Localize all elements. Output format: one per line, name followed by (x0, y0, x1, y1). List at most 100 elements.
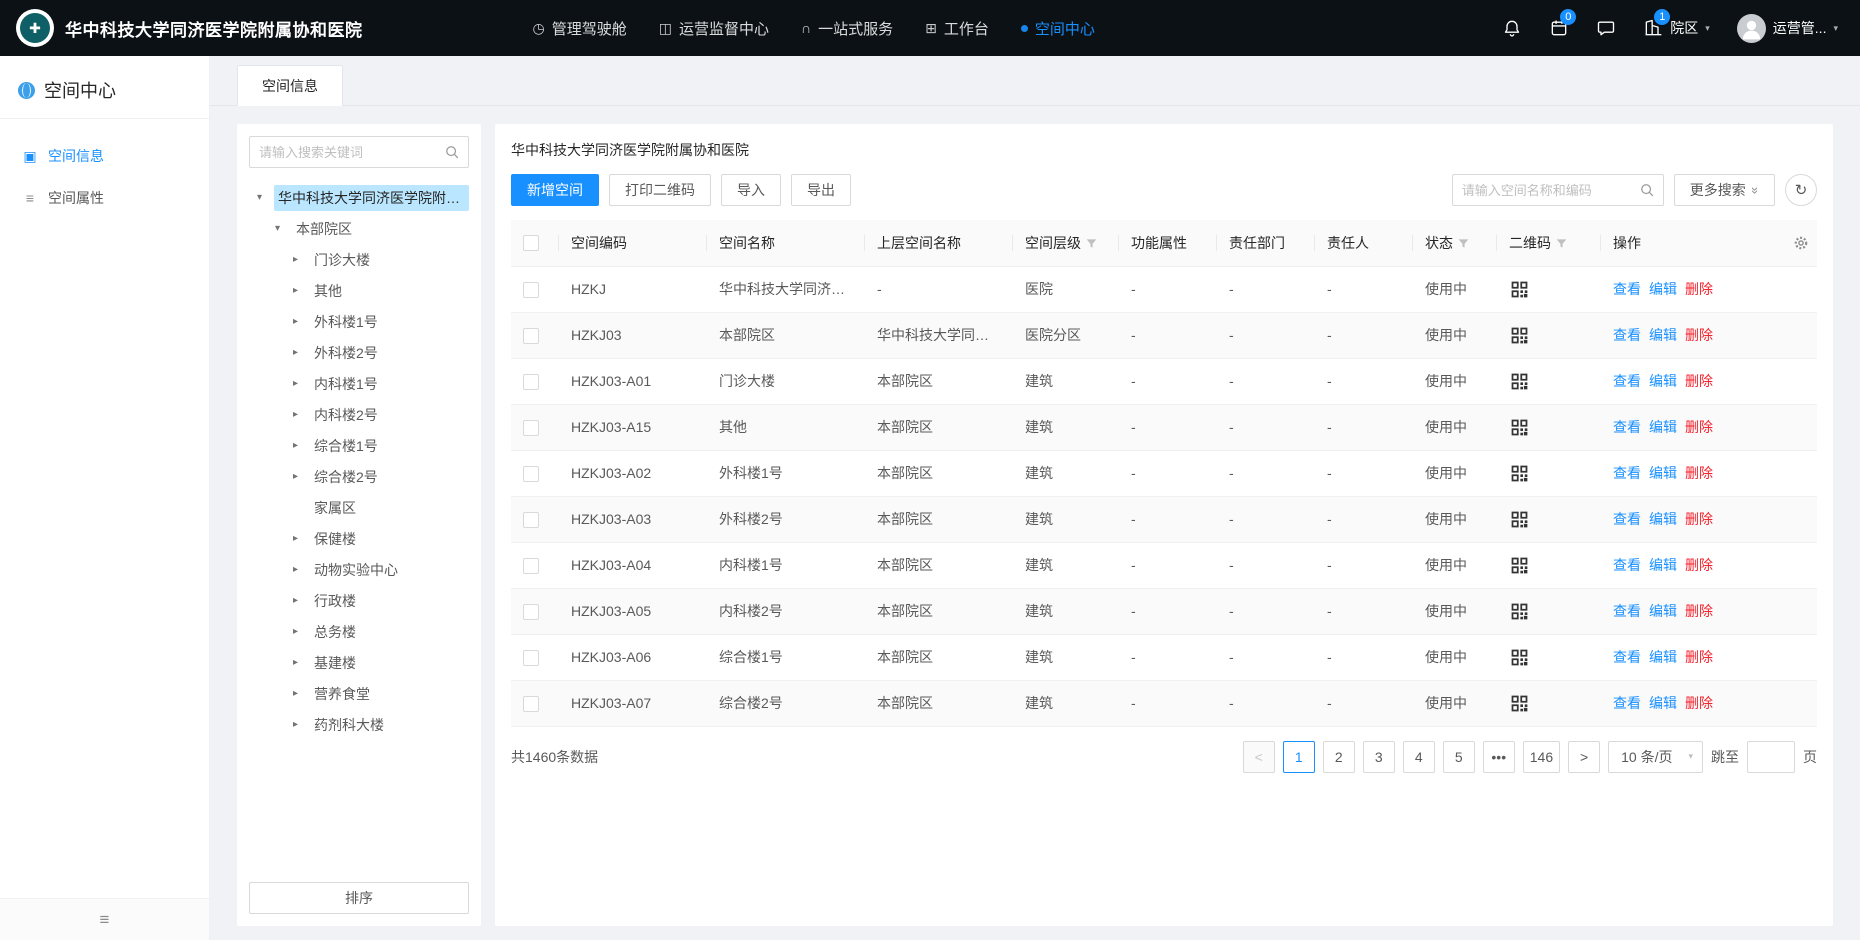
delete-link[interactable]: 删除 (1685, 649, 1713, 665)
delete-link[interactable]: 删除 (1685, 511, 1713, 527)
tree-expander-icon[interactable]: ▸ (293, 564, 310, 575)
view-link[interactable]: 查看 (1613, 557, 1641, 573)
tree-expander-icon[interactable]: ▸ (293, 440, 310, 451)
edit-link[interactable]: 编辑 (1649, 373, 1677, 389)
table-search-input[interactable] (1462, 183, 1640, 198)
tree-expander-icon[interactable]: ▸ (293, 533, 310, 544)
tree-node[interactable]: ▸ 其他 (249, 275, 469, 306)
edit-link[interactable]: 编辑 (1649, 557, 1677, 573)
delete-link[interactable]: 删除 (1685, 557, 1713, 573)
view-link[interactable]: 查看 (1613, 603, 1641, 619)
page-number-button[interactable]: 1 (1283, 741, 1315, 773)
tree-node[interactable]: ▾ 本部院区 (249, 213, 469, 244)
column-settings-button[interactable] (1793, 235, 1809, 251)
more-search-button[interactable]: 更多搜索 » (1674, 174, 1775, 206)
prev-page-button[interactable]: < (1243, 741, 1275, 773)
qr-code-icon[interactable] (1509, 509, 1530, 530)
view-link[interactable]: 查看 (1613, 511, 1641, 527)
row-checkbox[interactable] (523, 650, 539, 666)
delete-link[interactable]: 删除 (1685, 465, 1713, 481)
tree-expander-icon[interactable]: ▸ (293, 316, 310, 327)
calendar-button[interactable]: 0 (1549, 18, 1569, 38)
delete-link[interactable]: 删除 (1685, 419, 1713, 435)
filter-icon[interactable] (1556, 238, 1567, 249)
view-link[interactable]: 查看 (1613, 649, 1641, 665)
sort-button[interactable]: 排序 (249, 882, 469, 914)
tree-node[interactable]: ▸ 内科楼2号 (249, 399, 469, 430)
page-size-select[interactable]: 10 条/页 ▾ (1608, 741, 1703, 773)
tree-node[interactable]: ▸ 综合楼2号 (249, 461, 469, 492)
tree-node[interactable]: ▸ 外科楼1号 (249, 306, 469, 337)
edit-link[interactable]: 编辑 (1649, 511, 1677, 527)
qr-code-icon[interactable] (1509, 325, 1530, 346)
qr-code-icon[interactable] (1509, 693, 1530, 714)
tree-node[interactable]: ▸ 行政楼 (249, 585, 469, 616)
delete-link[interactable]: 删除 (1685, 373, 1713, 389)
print-qr-button[interactable]: 打印二维码 (609, 174, 711, 206)
delete-link[interactable]: 删除 (1685, 281, 1713, 297)
tree-expander-icon[interactable]: ▸ (293, 378, 310, 389)
tree-node[interactable]: ▸ 基建楼 (249, 647, 469, 678)
edit-link[interactable]: 编辑 (1649, 281, 1677, 297)
edit-link[interactable]: 编辑 (1649, 649, 1677, 665)
tree-expander-icon[interactable]: ▸ (293, 688, 310, 699)
delete-link[interactable]: 删除 (1685, 327, 1713, 343)
edit-link[interactable]: 编辑 (1649, 603, 1677, 619)
row-checkbox[interactable] (523, 282, 539, 298)
tree-node[interactable]: 家属区 (249, 492, 469, 523)
select-all-checkbox[interactable] (523, 235, 539, 251)
tree-expander-icon[interactable]: ▸ (293, 595, 310, 606)
row-checkbox[interactable] (523, 420, 539, 436)
tree-expander-icon[interactable]: ▸ (293, 285, 310, 296)
row-checkbox[interactable] (523, 328, 539, 344)
page-number-button[interactable]: 2 (1323, 741, 1355, 773)
edit-link[interactable]: 编辑 (1649, 419, 1677, 435)
tree-expander-icon[interactable]: ▸ (293, 347, 310, 358)
view-link[interactable]: 查看 (1613, 419, 1641, 435)
qr-code-icon[interactable] (1509, 463, 1530, 484)
tree-node[interactable]: ▸ 门诊大楼 (249, 244, 469, 275)
message-button[interactable] (1596, 18, 1616, 38)
edit-link[interactable]: 编辑 (1649, 695, 1677, 711)
tree-node[interactable]: ▸ 外科楼2号 (249, 337, 469, 368)
qr-code-icon[interactable] (1509, 647, 1530, 668)
tree-node[interactable]: ▸ 总务楼 (249, 616, 469, 647)
tree-node[interactable]: ▸ 药剂科大楼 (249, 709, 469, 740)
top-nav-item[interactable]: 管理驾驶舱 (533, 18, 627, 39)
tree-expander-icon[interactable]: ▾ (257, 192, 274, 203)
tree-expander-icon[interactable]: ▸ (293, 657, 310, 668)
menu-fold-icon[interactable] (100, 910, 110, 930)
row-checkbox[interactable] (523, 512, 539, 528)
tab-space-info[interactable]: 空间信息 (237, 65, 343, 106)
campus-selector[interactable]: 1 院区 ▾ (1643, 18, 1710, 38)
top-nav-item[interactable]: 运营监督中心 (659, 18, 769, 39)
page-number-button[interactable]: 4 (1403, 741, 1435, 773)
user-menu[interactable]: 运营管... ▾ (1737, 14, 1838, 43)
view-link[interactable]: 查看 (1613, 695, 1641, 711)
row-checkbox[interactable] (523, 374, 539, 390)
page-number-button[interactable]: ••• (1483, 741, 1515, 773)
top-nav-item[interactable]: 空间中心 (1021, 18, 1095, 39)
tree-node[interactable]: ▸ 内科楼1号 (249, 368, 469, 399)
top-nav-item[interactable]: 工作台 (925, 18, 989, 39)
qr-code-icon[interactable] (1509, 555, 1530, 576)
delete-link[interactable]: 删除 (1685, 695, 1713, 711)
add-space-button[interactable]: 新增空间 (511, 174, 599, 206)
qr-code-icon[interactable] (1509, 279, 1530, 300)
tree-expander-icon[interactable]: ▸ (293, 626, 310, 637)
view-link[interactable]: 查看 (1613, 465, 1641, 481)
row-checkbox[interactable] (523, 604, 539, 620)
filter-icon[interactable] (1086, 238, 1097, 249)
tree-search-input[interactable] (259, 145, 445, 160)
sidebar-item[interactable]: 空间信息 (0, 135, 209, 177)
page-jump-input[interactable] (1747, 741, 1795, 773)
next-page-button[interactable]: > (1568, 741, 1600, 773)
export-button[interactable]: 导出 (791, 174, 851, 206)
view-link[interactable]: 查看 (1613, 281, 1641, 297)
tree-node[interactable]: ▸ 综合楼1号 (249, 430, 469, 461)
edit-link[interactable]: 编辑 (1649, 465, 1677, 481)
tree-expander-icon[interactable]: ▾ (275, 223, 292, 234)
delete-link[interactable]: 删除 (1685, 603, 1713, 619)
refresh-button[interactable] (1785, 174, 1817, 206)
filter-icon[interactable] (1458, 238, 1469, 249)
